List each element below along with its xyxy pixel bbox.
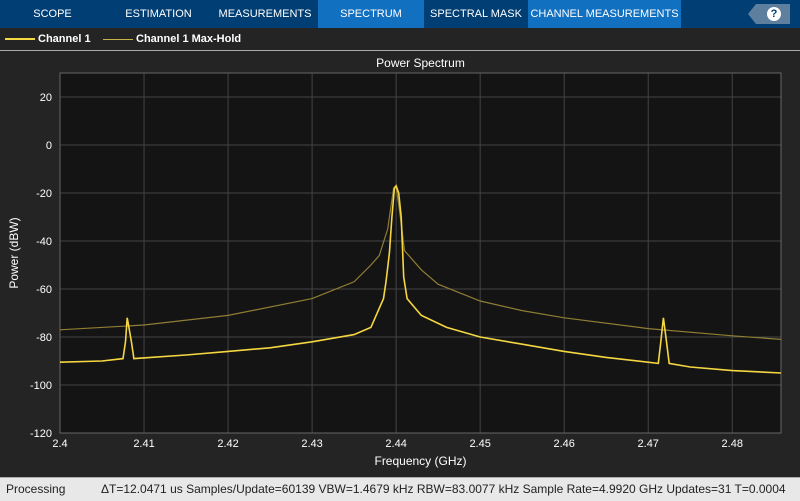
tab-channel-measurements[interactable]: CHANNEL MEASUREMENTS [528,0,681,28]
x-tick-label: 2.47 [638,438,659,450]
question-mark-icon: ? [767,7,781,21]
tab-estimation[interactable]: ESTIMATION [105,0,212,28]
x-tick-label: 2.48 [722,438,743,450]
legend-item-max-hold[interactable]: Channel 1 Max-Hold [103,33,241,45]
x-tick-label: 2.46 [553,438,574,450]
x-axis-label: Frequency (GHz) [374,454,466,468]
legend-label: Channel 1 [38,33,91,45]
x-tick-label: 2.43 [301,438,322,450]
power-spectrum-chart: 2.4 2.41 2.42 2.43 2.44 2.45 2.46 2.47 2.48 20 0 -2… [7,56,782,468]
tab-spectral-mask[interactable]: SPECTRAL MASK [424,0,528,28]
legend-line-icon [103,38,133,40]
status-bar: Processing ΔT=12.0471 us Samples/Update=… [0,477,800,501]
y-tick-label: 0 [46,140,52,152]
legend-label: Channel 1 Max-Hold [136,33,242,45]
y-tick-label: -40 [36,236,52,248]
x-tick-label: 2.4 [52,438,67,450]
y-tick-label: 20 [40,92,52,104]
y-tick-label: -80 [36,332,52,344]
x-tick-label: 2.42 [217,438,238,450]
legend-line-icon [5,38,35,40]
legend: Channel 1 Channel 1 Max-Hold [0,28,800,51]
help-button[interactable]: ? [748,4,790,24]
status-state: Processing [6,482,66,496]
y-tick-label: -20 [36,188,52,200]
y-tick-label: -60 [36,284,52,296]
tab-measurements[interactable]: MEASUREMENTS [212,0,318,28]
x-tick-label: 2.41 [133,438,154,450]
y-tick-label: -120 [30,428,52,440]
chart-title: Power Spectrum [376,56,465,70]
x-tick-label: 2.44 [385,438,406,450]
tab-bar: SCOPE ESTIMATION MEASUREMENTS SPECTRUM S… [0,0,800,28]
tab-scope[interactable]: SCOPE [0,0,105,28]
y-axis-label: Power (dBW) [7,217,21,288]
status-readout: ΔT=12.0471 us Samples/Update=60139 VBW=1… [101,482,786,496]
legend-item-channel-1[interactable]: Channel 1 [5,33,91,45]
y-tick-label: -100 [30,380,52,392]
plot-area [60,73,781,433]
x-tick-label: 2.45 [469,438,490,450]
tab-spectrum[interactable]: SPECTRUM [318,0,424,28]
